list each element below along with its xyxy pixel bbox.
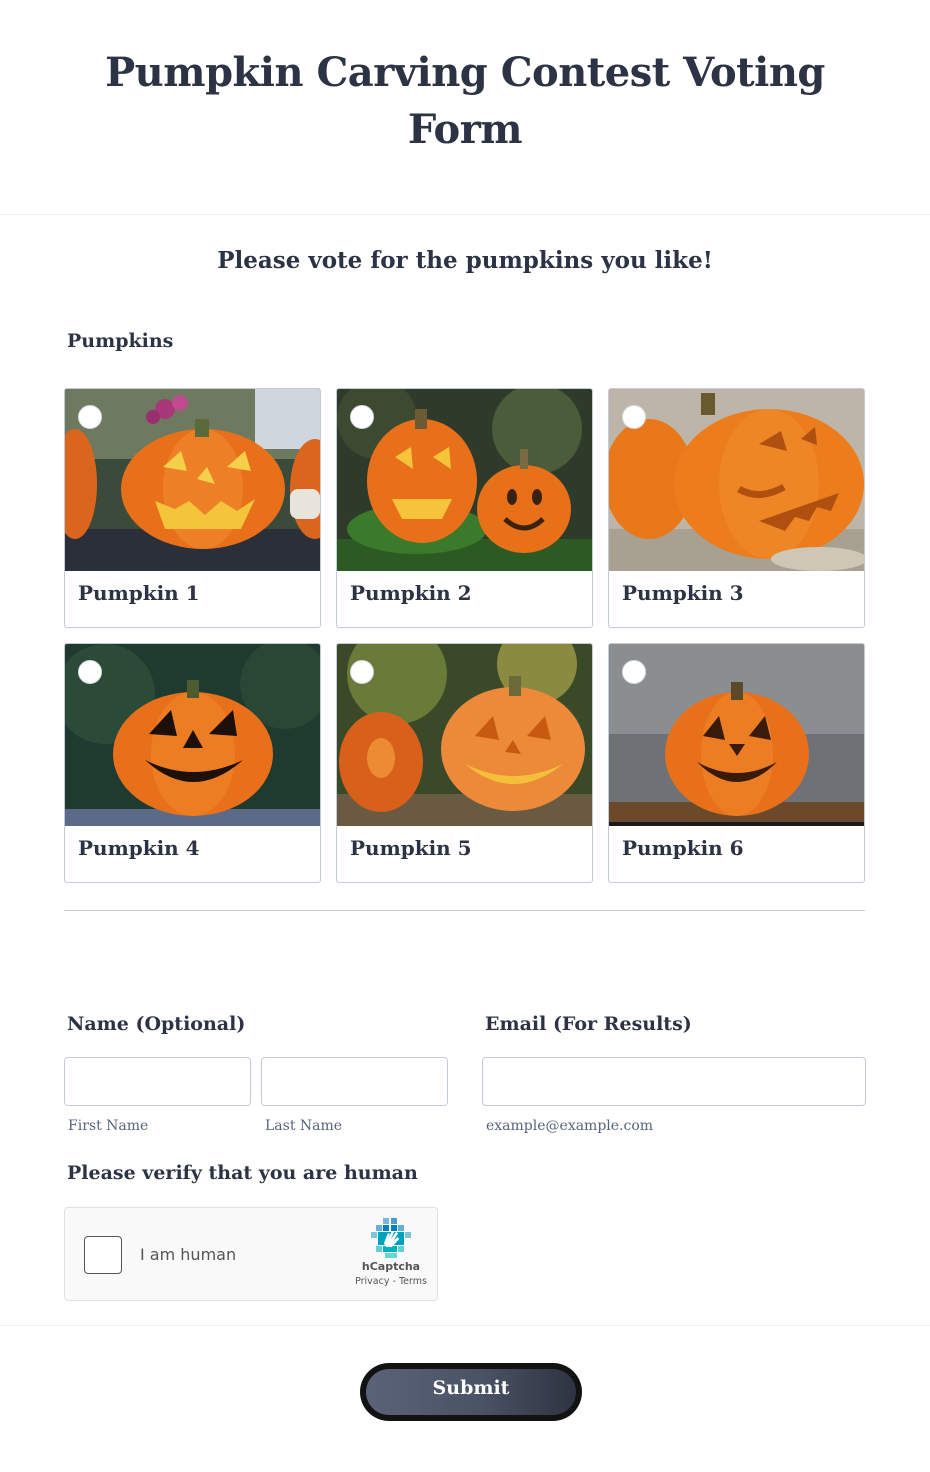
- pumpkin-4-label: Pumpkin 4: [78, 836, 200, 860]
- pumpkin-5-radio[interactable]: [350, 660, 374, 684]
- pumpkin-5-label: Pumpkin 5: [350, 836, 472, 860]
- email-input[interactable]: [482, 1057, 866, 1106]
- pumpkin-6-radio[interactable]: [622, 660, 646, 684]
- pumpkin-4-photo: [65, 644, 320, 826]
- section-divider: [64, 910, 865, 911]
- pumpkin-option-5[interactable]: Pumpkin 5: [336, 643, 593, 883]
- hcaptcha-widget: I am human hCaptcha Privacy - Terms: [64, 1207, 438, 1301]
- last-name-input[interactable]: [261, 1057, 448, 1106]
- pumpkin-1-photo: [65, 389, 320, 571]
- pumpkin-6-label: Pumpkin 6: [622, 836, 744, 860]
- captcha-legal-links[interactable]: Privacy - Terms: [345, 1276, 437, 1287]
- pumpkin-5-photo: [337, 644, 592, 826]
- captcha-brand: hCaptcha: [361, 1260, 421, 1273]
- pumpkin-option-6[interactable]: Pumpkin 6: [608, 643, 865, 883]
- pumpkin-2-photo: [337, 389, 592, 571]
- email-label: Email (For Results): [485, 1013, 692, 1035]
- pumpkin-2-label: Pumpkin 2: [350, 581, 472, 605]
- email-sublabel: example@example.com: [486, 1118, 654, 1134]
- form-header: Pumpkin Carving Contest Voting Form: [0, 0, 930, 215]
- pumpkins-label: Pumpkins: [67, 330, 174, 352]
- pumpkin-option-3[interactable]: Pumpkin 3: [608, 388, 865, 628]
- pumpkin-3-label: Pumpkin 3: [622, 581, 744, 605]
- pumpkin-option-1[interactable]: Pumpkin 1: [64, 388, 321, 628]
- footer-divider: [0, 1325, 930, 1326]
- verify-label: Please verify that you are human: [67, 1162, 418, 1184]
- pumpkin-1-radio[interactable]: [78, 405, 102, 429]
- pumpkin-option-2[interactable]: Pumpkin 2: [336, 388, 593, 628]
- pumpkin-4-radio[interactable]: [78, 660, 102, 684]
- submit-button[interactable]: Submit: [360, 1363, 582, 1421]
- hcaptcha-logo-icon: [370, 1217, 412, 1259]
- first-name-input[interactable]: [64, 1057, 251, 1106]
- captcha-checkbox[interactable]: [84, 1236, 122, 1274]
- last-name-sublabel: Last Name: [265, 1118, 343, 1134]
- pumpkin-option-4[interactable]: Pumpkin 4: [64, 643, 321, 883]
- form-title: Pumpkin Carving Contest Voting Form: [105, 49, 825, 153]
- pumpkin-3-photo: [609, 389, 864, 571]
- first-name-sublabel: First Name: [68, 1118, 149, 1134]
- name-label: Name (Optional): [67, 1013, 246, 1035]
- submit-label: Submit: [432, 1377, 510, 1399]
- pumpkin-6-photo: [609, 644, 864, 826]
- form-subtitle: Please vote for the pumpkins you like!: [217, 247, 713, 274]
- pumpkin-3-radio[interactable]: [622, 405, 646, 429]
- captcha-text: I am human: [140, 1245, 237, 1264]
- pumpkin-2-radio[interactable]: [350, 405, 374, 429]
- pumpkin-1-label: Pumpkin 1: [78, 581, 200, 605]
